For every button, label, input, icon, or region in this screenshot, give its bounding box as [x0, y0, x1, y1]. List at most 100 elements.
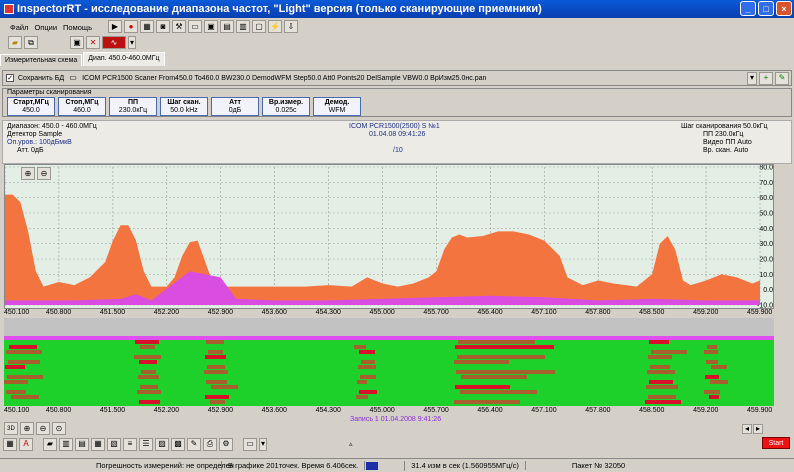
param-start[interactable]: Старт,МГц 450.0 [7, 97, 55, 116]
info-panel: Диапазон: 450.0 - 460.0МГц Детектор Samp… [2, 120, 792, 164]
x-tick-label: 450.800 [45, 407, 72, 414]
zoom-in-icon[interactable]: ⊕ [21, 167, 35, 180]
waterfall-cell [707, 345, 717, 349]
map-icon[interactable]: ▩ [171, 437, 185, 451]
delete-icon[interactable]: ✕ [86, 36, 100, 49]
x-tick-label: 455.000 [369, 407, 395, 414]
copy-icon[interactable]: ⧉ [24, 36, 38, 49]
waterfall-cell [8, 360, 40, 364]
open-icon[interactable]: ▰ [43, 437, 57, 451]
zoom-toolbar: 3D ⊕ ⊖ ⊙ [4, 422, 66, 435]
waterfall-cell [647, 370, 675, 374]
param-demod[interactable]: Демод. WFM [313, 97, 361, 116]
param-stop[interactable]: Стоп,МГц 460.0 [58, 97, 106, 116]
export-icon[interactable]: ⇩ [284, 20, 298, 33]
up-arrow-icon[interactable]: ▵ [349, 440, 353, 448]
menu-help[interactable]: Помощь [63, 23, 92, 32]
bars-icon[interactable]: ▦ [91, 437, 105, 451]
scroll-right-icon[interactable]: ▸ [753, 424, 763, 434]
waterfall-cell [211, 385, 238, 389]
display-icon[interactable]: ▣ [204, 20, 218, 33]
start-button[interactable]: Start [762, 437, 790, 449]
waterfall-cell [206, 340, 224, 344]
zoom-reset-icon[interactable]: ⊙ [52, 422, 66, 435]
screen-icon[interactable]: ▣ [70, 36, 84, 49]
play-icon[interactable]: ▶ [108, 20, 122, 33]
waterfall-cell [4, 380, 28, 384]
maximize-button[interactable]: □ [758, 1, 774, 16]
waterfall-cell [648, 355, 672, 359]
spectrum-icon[interactable]: ∿ [102, 36, 126, 49]
tools-icon[interactable]: ⚒ [172, 20, 186, 33]
waterfall-cell [359, 350, 375, 354]
antenna-icon[interactable]: ⚡ [268, 20, 282, 33]
panel-icon[interactable]: ▤ [220, 20, 234, 33]
settings-icon[interactable]: ⚙ [219, 437, 233, 451]
main-window: InspectorRT - исследование диапазона час… [0, 0, 794, 472]
waterfall[interactable] [4, 340, 774, 406]
waterfall-cell [357, 380, 367, 384]
chart-icon[interactable]: ▥ [59, 437, 73, 451]
monitor-icon[interactable]: ▭ [188, 20, 202, 33]
bottom-toolbar: ▦ A ▰ ▥ ▤ ▦ ▧ ≡ ☰ ▨ ▩ ✎ ⎙ ⚙ ▭ ▾ ▵ [0, 436, 794, 452]
waterfall-cell [454, 400, 520, 404]
waterfall-cell [651, 350, 687, 354]
frame-icon[interactable]: ▢ [252, 20, 266, 33]
x-tick-label: 453.600 [261, 309, 287, 316]
x-tick-label: 454.300 [315, 407, 341, 414]
chevron-down-icon[interactable]: ▾ [259, 437, 267, 451]
grid-icon[interactable]: ▦ [3, 437, 17, 451]
folder-icon[interactable]: ▰ [8, 36, 22, 49]
filter-icon[interactable]: ▨ [155, 437, 169, 451]
table-icon[interactable]: ▥ [236, 20, 250, 33]
waterfall-cell [460, 390, 537, 394]
param-bw[interactable]: ПП 230.0кГц [109, 97, 157, 116]
save-db-label: Сохранить БД [18, 74, 65, 82]
x-tick-label: 453.600 [261, 407, 287, 414]
info-video-bw: Видео ПП Auto [703, 139, 752, 146]
table-icon[interactable]: ▧ [107, 437, 121, 451]
list-icon[interactable]: ≡ [123, 437, 137, 451]
dropdown-icon[interactable]: ▾ [747, 71, 757, 85]
save-db-checkbox[interactable]: ✓ [6, 74, 14, 82]
x-tick-label: 457.100 [531, 309, 557, 316]
record-icon[interactable]: ● [124, 20, 138, 33]
x-tick-label: 455.700 [423, 407, 449, 414]
x-tick-label: 459.200 [693, 407, 719, 414]
param-step[interactable]: Шаг скан. 50.0 kHz [160, 97, 208, 116]
list-2-icon[interactable]: ☰ [139, 437, 153, 451]
zoom-out-icon[interactable]: ⊖ [37, 167, 51, 180]
x-tick-label: 450.100 [4, 407, 30, 414]
tab-scheme[interactable]: Измерительная схема [0, 54, 83, 66]
camera-icon[interactable]: ◙ [156, 20, 170, 33]
print-icon[interactable]: ⎙ [203, 437, 217, 451]
x-tick-label: 450.100 [4, 309, 30, 316]
menu-file[interactable]: Файл [10, 23, 28, 32]
zoom-out-icon[interactable]: ⊖ [36, 422, 50, 435]
export-icon[interactable]: ▭ [243, 437, 257, 451]
waterfall-cell [134, 355, 161, 359]
info-device: ICOM PCR1500(2500) S №1 [349, 123, 440, 130]
chart-2-icon[interactable]: ▤ [75, 437, 89, 451]
minimize-button[interactable]: _ [740, 1, 756, 16]
x-tick-label: 458.500 [639, 407, 665, 414]
text-a-icon[interactable]: A [19, 437, 33, 451]
add-icon[interactable]: + [759, 71, 773, 85]
menu-options[interactable]: Опции [34, 23, 57, 32]
param-time[interactable]: Вр.измер. 0.025с [262, 97, 310, 116]
chevron-down-icon[interactable]: ▾ [128, 36, 136, 49]
3d-icon[interactable]: 3D [4, 422, 18, 435]
x-tick-label: 451.500 [99, 309, 126, 316]
edit-icon[interactable]: ✎ [187, 437, 201, 451]
scroll-left-icon[interactable]: ◂ [742, 424, 752, 434]
waterfall-cell [457, 355, 545, 359]
edit-icon[interactable]: ✎ [775, 71, 789, 85]
waterfall-cell [649, 380, 673, 384]
spectrum-chart[interactable]: ⊕ ⊖ 80.0 70.0 60.0 50.0 40.0 30.0 20.0 10.0 0.0-… [4, 164, 774, 310]
close-button[interactable]: × [776, 1, 792, 16]
param-att[interactable]: Атт 0дБ [211, 97, 259, 116]
tab-range[interactable]: Диап. 450.0-460.0МГц [83, 52, 165, 66]
grid-icon[interactable]: ▦ [140, 20, 154, 33]
waterfall-cell [9, 345, 37, 349]
zoom-in-icon[interactable]: ⊕ [20, 422, 34, 435]
